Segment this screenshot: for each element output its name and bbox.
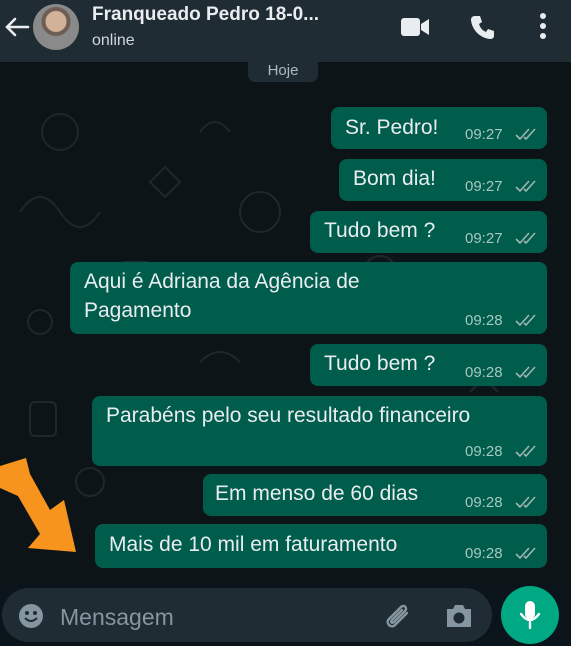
message-bubble[interactable]: Sr. Pedro! 09:27 bbox=[331, 107, 547, 149]
message-time: 09:28 bbox=[465, 443, 503, 460]
annotation-arrow-icon bbox=[0, 458, 76, 552]
voice-call-icon[interactable] bbox=[470, 14, 496, 40]
double-check-icon bbox=[515, 232, 536, 245]
video-call-icon[interactable] bbox=[400, 16, 430, 38]
contact-status: online bbox=[92, 32, 135, 49]
message-text: Bom dia! bbox=[353, 167, 436, 190]
more-options-icon[interactable] bbox=[538, 12, 548, 40]
mic-icon bbox=[519, 601, 541, 630]
message-text: Em menso de 60 dias bbox=[215, 482, 419, 505]
emoji-icon[interactable] bbox=[18, 603, 44, 629]
message-bubble[interactable]: Bom dia! 09:27 bbox=[339, 159, 547, 201]
message-time: 09:27 bbox=[465, 178, 503, 195]
message-bubble[interactable]: Em menso de 60 dias 09:28 bbox=[203, 474, 547, 516]
message-text: Mais de 10 mil em faturamento bbox=[109, 533, 398, 556]
mic-button[interactable] bbox=[501, 586, 559, 644]
double-check-icon bbox=[515, 547, 536, 560]
double-check-icon bbox=[515, 366, 536, 379]
double-check-icon bbox=[515, 180, 536, 193]
message-bubble[interactable]: Aqui é Adriana da Agência de Pagamento 0… bbox=[70, 262, 547, 334]
double-check-icon bbox=[515, 314, 536, 327]
message-time: 09:27 bbox=[465, 126, 503, 143]
message-time: 09:28 bbox=[465, 364, 503, 381]
day-separator: Hoje bbox=[248, 62, 318, 82]
contact-name[interactable]: Franqueado Pedro 18-0... bbox=[92, 4, 319, 26]
message-time: 09:27 bbox=[465, 230, 503, 247]
message-time: 09:28 bbox=[465, 494, 503, 511]
message-text: Sr. Pedro! bbox=[345, 116, 439, 139]
message-text: Tudo bem ? bbox=[324, 352, 436, 375]
double-check-icon bbox=[515, 496, 536, 509]
double-check-icon bbox=[515, 128, 536, 141]
message-text-line2: Pagamento bbox=[84, 299, 192, 322]
message-text: Parabéns pelo seu resultado financeiro bbox=[106, 404, 471, 427]
double-check-icon bbox=[515, 445, 536, 458]
message-text-line1: Aqui é Adriana da Agência de bbox=[84, 270, 360, 293]
back-arrow-icon[interactable] bbox=[2, 12, 32, 42]
message-bubble[interactable]: Tudo bem ? 09:28 bbox=[310, 344, 547, 386]
message-time: 09:28 bbox=[465, 545, 503, 562]
message-text: Tudo bem ? bbox=[324, 219, 436, 242]
message-bubble[interactable]: Parabéns pelo seu resultado financeiro 0… bbox=[92, 396, 547, 466]
message-input-placeholder: Mensagem bbox=[60, 604, 174, 630]
avatar[interactable] bbox=[33, 4, 79, 50]
chat-header: Franqueado Pedro 18-0... online bbox=[0, 0, 571, 62]
composer-bar: Mensagem bbox=[0, 584, 571, 646]
message-bubble[interactable]: Mais de 10 mil em faturamento 09:28 bbox=[95, 524, 547, 568]
attach-icon[interactable] bbox=[382, 602, 412, 630]
message-input[interactable]: Mensagem bbox=[2, 588, 492, 642]
message-bubble[interactable]: Tudo bem ? 09:27 bbox=[310, 211, 547, 253]
camera-icon[interactable] bbox=[444, 603, 474, 629]
message-time: 09:28 bbox=[465, 312, 503, 329]
